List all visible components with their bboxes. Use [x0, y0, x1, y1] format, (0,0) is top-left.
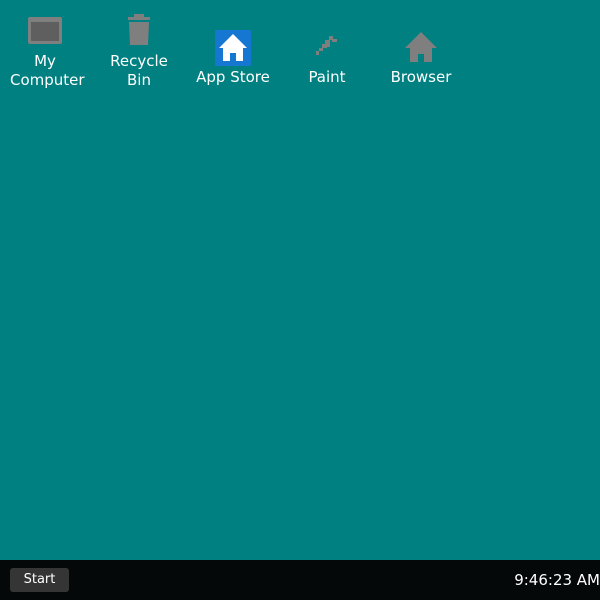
desktop-icon-label: Browser	[390, 68, 452, 86]
desktop: My Computer Recycle Bin App Store Paint …	[0, 0, 600, 560]
desktop-icon-app-store[interactable]: App Store	[188, 14, 278, 87]
recycle-bin-icon	[121, 14, 157, 50]
desktop-icon-recycle-bin[interactable]: Recycle Bin	[94, 14, 184, 90]
browser-icon	[403, 30, 439, 66]
desktop-icon-label: Recycle Bin	[110, 52, 168, 89]
desktop-icon-my-computer[interactable]: My Computer	[0, 14, 90, 90]
paint-icon	[309, 30, 345, 66]
desktop-icon-label: App Store	[196, 68, 270, 86]
desktop-icon-browser[interactable]: Browser	[376, 14, 466, 87]
taskbar-clock: 9:46:23 AM	[514, 571, 600, 589]
start-button[interactable]: Start	[10, 568, 69, 592]
taskbar: Start 9:46:23 AM	[0, 560, 600, 600]
desktop-icon-label: My Computer	[10, 52, 85, 89]
computer-icon	[27, 14, 63, 50]
desktop-icon-paint[interactable]: Paint	[282, 14, 372, 87]
desktop-icon-label: Paint	[308, 68, 346, 86]
app-store-icon	[215, 30, 251, 66]
